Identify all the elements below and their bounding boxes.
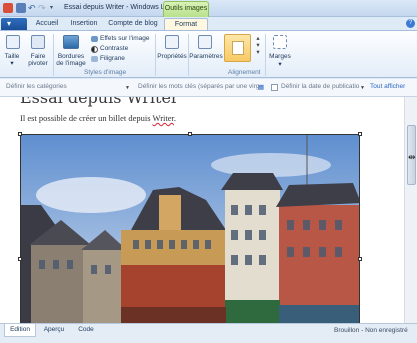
watermark-icon	[91, 56, 98, 62]
group-label-styles: Styles d'image	[84, 69, 127, 76]
parametres-button[interactable]: Paramètres	[188, 53, 224, 60]
tab-compte-de-blog[interactable]: Compte de blog	[104, 18, 162, 30]
resize-icon	[6, 35, 20, 49]
bottom-bar: Edition Aperçu Code Brouillon - Non enre…	[0, 323, 417, 343]
help-icon[interactable]: ?	[406, 19, 415, 28]
taille-label: Taille	[4, 53, 20, 60]
tab-accueil[interactable]: Accueil	[30, 18, 64, 30]
margins-icon	[273, 35, 287, 49]
effets-image-button[interactable]: Effets sur l'image	[100, 35, 150, 42]
show-all-link[interactable]: Tout afficher	[370, 83, 405, 90]
group-label-alignement: Alignement	[228, 69, 261, 76]
tab-apercu[interactable]: Aperçu	[38, 324, 70, 337]
margins-dropdown-icon[interactable]: ▾	[266, 61, 294, 68]
ribbon-tabs: ▾ Accueil Insertion Compte de blog Forma…	[0, 17, 417, 30]
filigrane-button[interactable]: Filigrane	[100, 55, 125, 62]
post-body-word: Writer	[152, 113, 174, 123]
contraste-button[interactable]: Contraste	[100, 45, 128, 52]
categories-field[interactable]: Définir les catégories	[6, 83, 67, 90]
file-menu-label: ▾	[7, 19, 12, 28]
calendar-icon[interactable]: ▦	[258, 83, 264, 91]
selected-image[interactable]	[20, 134, 360, 323]
rotate-icon	[31, 35, 45, 49]
publish-date-label: Définir la date de publicatio	[281, 83, 360, 90]
post-body-suffix: .	[173, 113, 177, 123]
title-bar: ↶ ↷ ▾ Essai depuis Writer - Windows Liv.…	[0, 0, 417, 17]
dropdown-icon[interactable]: ▾	[50, 3, 56, 13]
tab-code[interactable]: Code	[72, 324, 100, 337]
redo-icon[interactable]: ↷	[38, 3, 46, 13]
categories-dropdown-icon[interactable]: ▼	[125, 85, 130, 91]
bordures-image-button[interactable]: Bordures de l'image	[54, 53, 88, 67]
properties-icon	[165, 35, 179, 49]
align-inline-button[interactable]	[224, 34, 251, 62]
vertical-scrollbar[interactable]	[404, 97, 417, 323]
resize-handle-tl[interactable]	[18, 132, 22, 136]
publish-date-checkbox[interactable]	[271, 84, 278, 91]
status-text: Brouillon - Non enregistré	[334, 327, 408, 334]
align-icon	[232, 41, 244, 55]
taille-button[interactable]: Taille ▾	[0, 53, 24, 67]
editor-canvas[interactable]: Essai depuis Writer Il est possible de c…	[0, 97, 404, 323]
tab-insertion[interactable]: Insertion	[65, 18, 103, 30]
save-icon[interactable]	[16, 3, 26, 13]
context-tab-group-label: Outils images	[163, 1, 209, 17]
app-menu-icon[interactable]	[3, 3, 13, 13]
building-photo	[21, 135, 359, 323]
file-menu-button[interactable]: ▾	[1, 18, 27, 30]
post-title[interactable]: Essai depuis Writer	[20, 97, 179, 107]
faire-pivoter-button[interactable]: Faire pivoter	[24, 53, 52, 67]
resize-handle-ml[interactable]	[18, 257, 22, 261]
proprietes-button[interactable]: Propriétés	[156, 53, 188, 60]
settings-icon	[198, 35, 212, 49]
date-dropdown-icon[interactable]: ▼	[360, 85, 365, 91]
post-properties-bar: Définir les catégories ▼ Définir les mot…	[0, 79, 417, 97]
picture-border-icon	[63, 35, 79, 49]
marges-button[interactable]: Marges	[266, 53, 294, 60]
undo-icon[interactable]: ↶	[28, 3, 36, 13]
post-body-text[interactable]: Il est possible de créer un billet depui…	[20, 113, 176, 123]
resize-handle-mr[interactable]	[358, 257, 362, 261]
window-title: Essai depuis Writer - Windows Liv...	[64, 4, 175, 11]
resize-handle-tr[interactable]	[358, 132, 362, 136]
resize-handle-tm[interactable]	[188, 132, 192, 136]
tab-format[interactable]: Format	[164, 18, 208, 30]
ribbon: Taille ▾ Faire pivoter Bordures de l'imag…	[0, 30, 417, 78]
tab-edition[interactable]: Edition	[4, 324, 36, 337]
align-options-scroll[interactable]: ▴ ▾ ▾	[254, 35, 262, 56]
picture-effects-icon	[91, 36, 98, 42]
tags-field[interactable]: Définir les mots clés (séparés par une v…	[138, 83, 259, 90]
contrast-icon	[91, 46, 98, 53]
mouse-cursor-icon: ⇹	[408, 152, 416, 162]
post-body-prefix: Il est possible de créer un billet depui…	[20, 113, 153, 123]
